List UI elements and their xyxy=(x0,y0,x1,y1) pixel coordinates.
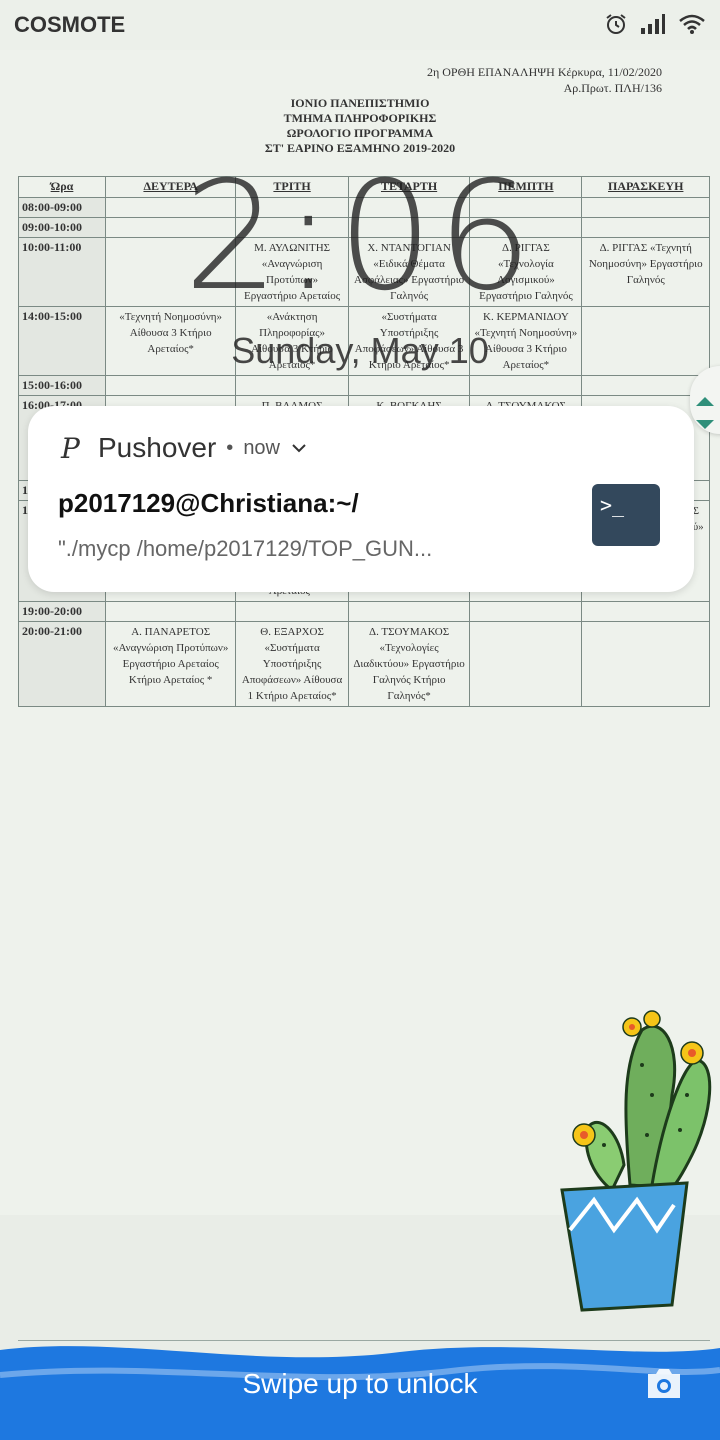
notification-title: p2017129@Christiana:~/ xyxy=(58,488,359,518)
notification-body: "./mycp /home/p2017129/TOP_GUN... xyxy=(58,536,433,561)
time-slot: 15:00-16:00 xyxy=(18,375,106,396)
time-slot: 20:00-21:00 xyxy=(18,621,106,707)
svg-text:P: P xyxy=(60,433,81,463)
chevron-up-icon xyxy=(696,397,714,406)
time-slot: 19:00-20:00 xyxy=(18,601,106,622)
schedule-cell: Α. ΠΑΝΑΡΕΤΟΣ «Αναγνώριση Προτύπων» Εργασ… xyxy=(104,621,237,707)
document-title-line: ΩΡΟΛΟΓΙΟ ΠΡΟΓΡΑΜΜΑ xyxy=(286,126,434,140)
wifi-icon xyxy=(679,14,705,34)
document-title: ΙΟΝΙΟ ΠΑΝΕΠΙΣΤΗΜΙΟ ΤΜΗΜΑ ΠΛΗΡΟΦΟΡΙΚΗΣ ΩΡ… xyxy=(0,96,720,156)
schedule-cell xyxy=(469,621,583,707)
document-reference-line: 2η ΟΡΘΗ ΕΠΑΝΑΛΗΨΗ Κέρκυρα, 11/02/2020 xyxy=(426,65,662,79)
lockscreen-date: Sunday, May 10 xyxy=(231,330,489,371)
alarm-icon xyxy=(606,14,626,34)
document-title-line: ΙΟΝΙΟ ΠΑΝΕΠΙΣΤΗΜΙΟ xyxy=(290,96,430,110)
notification-card[interactable]: P Pushover • now p2017129@Christiana:~/ … xyxy=(28,406,694,592)
schedule-cell xyxy=(581,601,710,622)
notification-header: P Pushover • now xyxy=(58,432,308,464)
carrier-name: COSMOTE xyxy=(14,12,126,37)
document-reference: 2η ΟΡΘΗ ΕΠΑΝΑΛΗΨΗ Κέρκυρα, 11/02/2020 Αρ… xyxy=(427,64,662,96)
schedule-row: 19:00-20:00 xyxy=(18,601,710,622)
status-bar: COSMOTE xyxy=(0,0,720,50)
schedule-cell xyxy=(104,601,237,622)
cactus-sticker xyxy=(560,1010,712,1312)
notification-separator: • xyxy=(226,436,234,459)
terminal-prompt: >_ xyxy=(600,493,625,517)
document-reference-line: Αρ.Πρωτ. ΠΛΗ/136 xyxy=(563,81,662,95)
pushover-icon: P xyxy=(60,433,81,463)
schedule-row: 20:00-21:00 Α. ΠΑΝΑΡΕΤΟΣ «Αναγνώριση Προτ… xyxy=(18,621,710,707)
schedule-cell xyxy=(235,375,349,396)
notification-app-name: Pushover xyxy=(98,432,217,463)
schedule-cell: Θ. ΕΞΑΡΧΟΣ «Συστήματα Υποστήριξης Αποφάσ… xyxy=(235,621,349,707)
chevron-down-icon xyxy=(696,420,714,429)
camera-icon[interactable] xyxy=(644,1366,684,1402)
chevron-down-icon[interactable] xyxy=(290,439,308,457)
schedule-cell xyxy=(469,375,583,396)
notification-time: now xyxy=(243,436,281,459)
lockscreen-clock: 2:06 xyxy=(183,150,537,324)
schedule-row: 15:00-16:00 xyxy=(18,375,710,396)
schedule-cell xyxy=(347,601,471,622)
schedule-cell: Δ. ΤΣΟΥΜΑΚΟΣ «Τεχνολογίες Διαδικτύου» Ερ… xyxy=(347,621,471,707)
document-title-line: ΤΜΗΜΑ ΠΛΗΡΟΦΟΡΙΚΗΣ xyxy=(283,111,437,125)
schedule-cell xyxy=(104,375,237,396)
schedule-cell xyxy=(235,601,349,622)
schedule-cell xyxy=(469,601,583,622)
schedule-cell xyxy=(581,621,710,707)
status-icons xyxy=(604,12,706,36)
signal-icon xyxy=(641,14,665,34)
edge-panel-handle[interactable] xyxy=(690,366,720,434)
terminal-icon: >_ xyxy=(592,484,660,546)
swipe-up-label[interactable]: Swipe up to unlock xyxy=(0,1368,720,1400)
schedule-cell xyxy=(347,375,471,396)
